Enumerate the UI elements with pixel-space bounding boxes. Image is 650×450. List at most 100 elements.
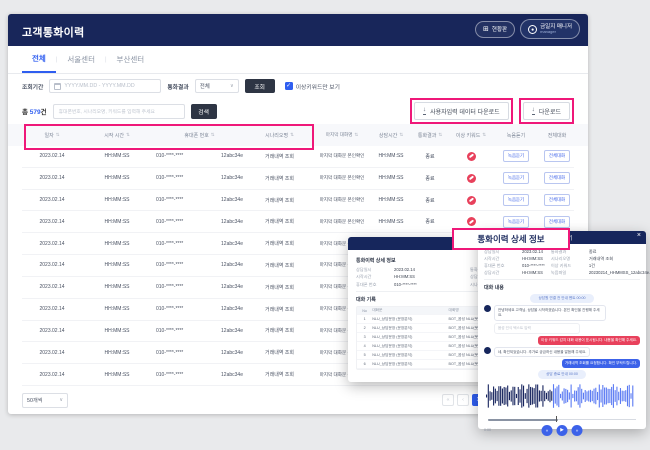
column-header-6[interactable]: 상담시간⇅ bbox=[372, 132, 410, 139]
download-annotation: ↓ 다운로드 bbox=[519, 98, 574, 124]
table-cell: HH:MM:SS bbox=[82, 372, 152, 378]
chat-section-title: 대화 내용 bbox=[484, 284, 640, 291]
per-page-value: 50개씩 bbox=[27, 396, 43, 404]
table-cell: 종료 bbox=[410, 175, 450, 182]
column-header-3[interactable]: 휴대폰 번호⇅ bbox=[152, 132, 247, 139]
column-header-8[interactable]: 이상 키워드⇅ bbox=[450, 132, 492, 139]
sort-icon[interactable]: ⇅ bbox=[482, 132, 486, 138]
chevron-down-icon: ∨ bbox=[59, 397, 63, 403]
detail-annotation-label: 통화이력 상세 정보 bbox=[452, 228, 570, 250]
table-cell: 거래내역 조회 bbox=[247, 197, 312, 204]
sort-icon[interactable]: ⇅ bbox=[290, 132, 294, 138]
table-cell: HH:MM:SS bbox=[82, 328, 152, 334]
chat-message-alert: 이상 키워드 감지 대화 내용이 표시됩니다. 내용을 확인해 주세요. bbox=[484, 336, 640, 345]
calendar-icon bbox=[54, 83, 61, 90]
call-result-select[interactable]: 전체 ∨ bbox=[195, 79, 239, 93]
listen-recording-button[interactable]: 녹음듣기 bbox=[503, 216, 529, 228]
table-cell: HH:MM:SS bbox=[82, 153, 152, 159]
dashboard-badge-label: 현황판 bbox=[492, 25, 507, 33]
table-cell bbox=[450, 196, 492, 205]
table-cell: 종료 bbox=[410, 218, 450, 225]
table-cell: 거래내역 조회 bbox=[247, 175, 312, 182]
abnormal-keyword-icon bbox=[467, 217, 476, 226]
full-dialog-button[interactable]: 전체대화 bbox=[544, 194, 570, 206]
table-cell: 녹음듣기 bbox=[492, 216, 540, 228]
sort-icon[interactable]: ⇅ bbox=[211, 132, 215, 138]
table-cell: 녹음듣기 bbox=[492, 150, 540, 162]
column-header-5[interactable]: 마지막 대화명⇅ bbox=[312, 132, 372, 138]
full-dialog-button[interactable]: 전체대화 bbox=[544, 172, 570, 184]
waveform-player: 0:00 « ▶ » bbox=[484, 382, 640, 436]
play-button[interactable]: ▶ bbox=[557, 425, 568, 436]
call-result-label: 통화결과 bbox=[167, 82, 188, 91]
abnormal-keyword-icon bbox=[467, 196, 476, 205]
sort-icon[interactable]: ⇅ bbox=[126, 132, 130, 138]
close-icon[interactable]: × bbox=[637, 232, 641, 239]
first-page-button[interactable]: « bbox=[442, 394, 454, 406]
column-header-4[interactable]: 시나리오명⇅ bbox=[247, 132, 312, 139]
dashboard-badge[interactable]: ⊞ 현황판 bbox=[475, 21, 515, 38]
listen-recording-button[interactable]: 녹음듣기 bbox=[503, 194, 529, 206]
header-badges: ⊞ 현황판 ● 금일지 매니저 manager bbox=[475, 19, 580, 39]
sort-icon[interactable]: ⇅ bbox=[56, 132, 60, 138]
table-cell: 전체대화 bbox=[540, 172, 574, 184]
period-label: 조회기간 bbox=[22, 82, 43, 91]
table-cell: HH:MM:SS bbox=[82, 241, 152, 247]
column-header-2[interactable]: 시작 시간⇅ bbox=[82, 132, 152, 139]
sort-icon[interactable]: ⇅ bbox=[399, 132, 403, 138]
listen-recording-button[interactable]: 녹음듣기 bbox=[503, 150, 529, 162]
detail-pair: 휴대폰 번호010-****-**** bbox=[356, 282, 462, 287]
search-button[interactable]: 검색 bbox=[191, 104, 217, 119]
table-cell: 010-****-****12abc34e bbox=[152, 175, 247, 181]
total-count: 총 579건 bbox=[22, 106, 47, 116]
column-header-7[interactable]: 통화결과⇅ bbox=[410, 132, 450, 139]
table-cell: 거래내역 조회 bbox=[247, 218, 312, 225]
table-cell: 거래내역 조회 bbox=[247, 327, 312, 334]
tab-all[interactable]: 전체 bbox=[22, 46, 56, 73]
tab-busan-center[interactable]: 부산센터 bbox=[107, 46, 155, 73]
full-dialog-button[interactable]: 전체대화 bbox=[544, 216, 570, 228]
table-cell: 010-****-****12abc34e bbox=[152, 372, 247, 378]
period-range-input[interactable]: YYYY.MM.DD - YYYY.MM.DD bbox=[49, 79, 161, 93]
tab-seoul-center[interactable]: 서울센터 bbox=[57, 46, 105, 73]
table-cell: HH:MM:SS bbox=[372, 219, 410, 225]
table-cell: 거래내역 조회 bbox=[247, 371, 312, 378]
next-button[interactable]: » bbox=[572, 425, 583, 436]
waveform[interactable] bbox=[484, 382, 636, 410]
abnormal-only-label: 이상키워드만 보기 bbox=[296, 82, 340, 91]
chat-transcript: 상담원 연결 전 안내 멘트 00:00안녕하세요 고객님, 상담을 시작하겠습… bbox=[484, 294, 640, 379]
table-row: 2023.02.14HH:MM:SS010-****-****12abc34e거… bbox=[22, 168, 574, 190]
table-cell: 010-****-****12abc34e bbox=[152, 241, 247, 247]
search-input[interactable]: 휴대폰번호, 시나리오명, 키워드를 입력해 주세요 bbox=[53, 104, 185, 119]
chat-message-banner: 상담원 연결 전 안내 멘트 00:00 bbox=[484, 294, 640, 303]
bot-avatar bbox=[484, 305, 491, 312]
page-title: 고객통화이력 bbox=[22, 24, 85, 40]
recording-detail-pairs: 상담일시2023.02.14통화결과종료시작시간HH:MM:SS시나리오명거래내… bbox=[484, 249, 640, 275]
abnormal-only-checkbox[interactable]: ✓ bbox=[285, 82, 293, 90]
table-cell: 2023.02.14 bbox=[22, 153, 82, 159]
per-page-select[interactable]: 50개씩 ∨ bbox=[22, 393, 68, 408]
table-cell: HH:MM:SS bbox=[82, 284, 152, 290]
inquire-button[interactable]: 조회 bbox=[245, 79, 275, 93]
download-user-data-button[interactable]: ↓ 사용자입력 데이터 다운로드 bbox=[414, 102, 509, 120]
previous-button[interactable]: « bbox=[542, 425, 553, 436]
sort-icon[interactable]: ⇅ bbox=[354, 132, 358, 138]
download-button[interactable]: ↓ 다운로드 bbox=[523, 102, 570, 120]
table-cell: 2023.02.14 bbox=[22, 372, 82, 378]
scrubber[interactable] bbox=[484, 416, 640, 422]
manager-badge[interactable]: ● 금일지 매니저 manager bbox=[520, 19, 580, 39]
table-cell: 거래내역 조회 bbox=[247, 306, 312, 313]
time-label: 0:00 bbox=[484, 428, 491, 432]
table-cell: 거래내역 조회 bbox=[247, 349, 312, 356]
listen-recording-button[interactable]: 녹음듣기 bbox=[503, 172, 529, 184]
title-bar: 고객통화이력 ⊞ 현황판 ● 금일지 매니저 manager bbox=[8, 14, 588, 46]
table-cell: 마지막 대화문 본인확인 bbox=[312, 175, 372, 181]
sort-icon[interactable]: ⇅ bbox=[438, 132, 442, 138]
prev-page-button[interactable]: ‹ bbox=[457, 394, 469, 406]
column-header-1[interactable]: 일자⇅ bbox=[22, 132, 82, 139]
detail-pair: 시작시간HH:MM:SS bbox=[356, 274, 462, 279]
table-row: 2023.02.14HH:MM:SS010-****-****12abc34e거… bbox=[22, 146, 574, 168]
table-cell: 2023.02.14 bbox=[22, 328, 82, 334]
table-cell: 2023.02.14 bbox=[22, 306, 82, 312]
full-dialog-button[interactable]: 전체대화 bbox=[544, 150, 570, 162]
